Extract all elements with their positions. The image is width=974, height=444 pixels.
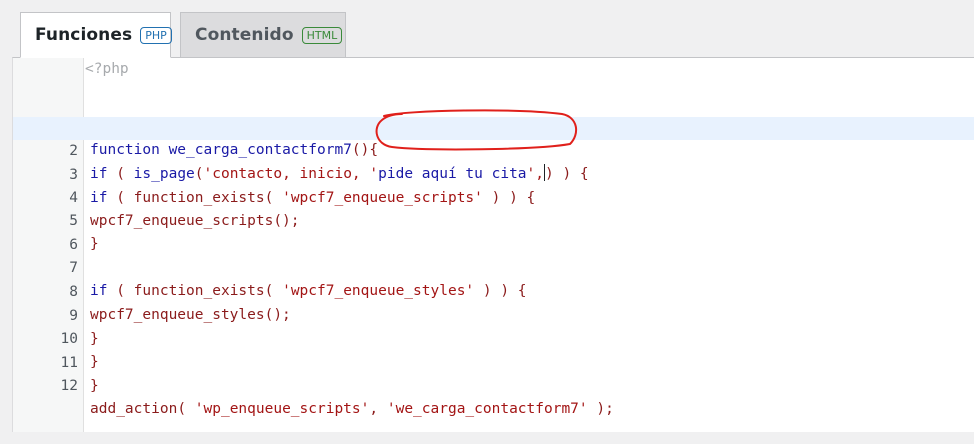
token-string: 'wp_enqueue_scripts' [194, 401, 370, 417]
code-line-4[interactable]: 4 wpcf7_enqueue_scripts(); [13, 164, 974, 229]
code-line-3[interactable]: 3 if ( function_exists( 'wpcf7_enqueue_s… [13, 141, 974, 206]
code-line-7[interactable]: 7 if ( function_exists( 'wpcf7_enqueue_s… [13, 234, 974, 299]
tab-funciones-label: Funciones [35, 25, 133, 45]
code-line-2-active[interactable]: 2 if ( is_page('contacto, inicio, 'pide … [13, 117, 974, 182]
token-string: 'we_carga_contactform7' [386, 401, 588, 417]
code-line-12[interactable]: 12 add_action( 'wp_enqueue_scripts', 'we… [13, 352, 974, 417]
tab-funciones[interactable]: Funciones PHP [20, 12, 172, 58]
tab-contenido-label: Contenido [195, 25, 294, 45]
token-add-action: add_action [90, 401, 178, 417]
code-line-9[interactable]: 9 } [13, 282, 974, 347]
token-comma: , [369, 401, 387, 417]
php-open-tag: <?php [85, 61, 129, 77]
line-number: 12 [60, 378, 78, 394]
line-code: } [90, 378, 99, 394]
code-line-8[interactable]: 8 wpcf7_enqueue_styles(); [13, 258, 974, 323]
code-line-11[interactable]: 11 } [13, 329, 974, 394]
tab-bar: Funciones PHP Contenido HTML [0, 0, 974, 58]
token-paren: ); [587, 401, 614, 417]
line-code: add_action( 'wp_enqueue_scripts', 'we_ca… [90, 398, 614, 421]
code-line-6[interactable]: 6 [13, 211, 974, 253]
code-line-1[interactable]: 1 function we_carga_contactform7(){ [13, 93, 974, 158]
code-editor[interactable]: <?php 1 function we_carga_contactform7()… [12, 57, 974, 432]
html-badge: HTML [301, 26, 343, 44]
code-line-10[interactable]: 10 } [13, 305, 974, 370]
token-paren: ( [177, 401, 195, 417]
code-line-5[interactable]: 5 } [13, 187, 974, 252]
php-badge: PHP [140, 26, 172, 44]
tab-contenido[interactable]: Contenido HTML [180, 12, 346, 58]
